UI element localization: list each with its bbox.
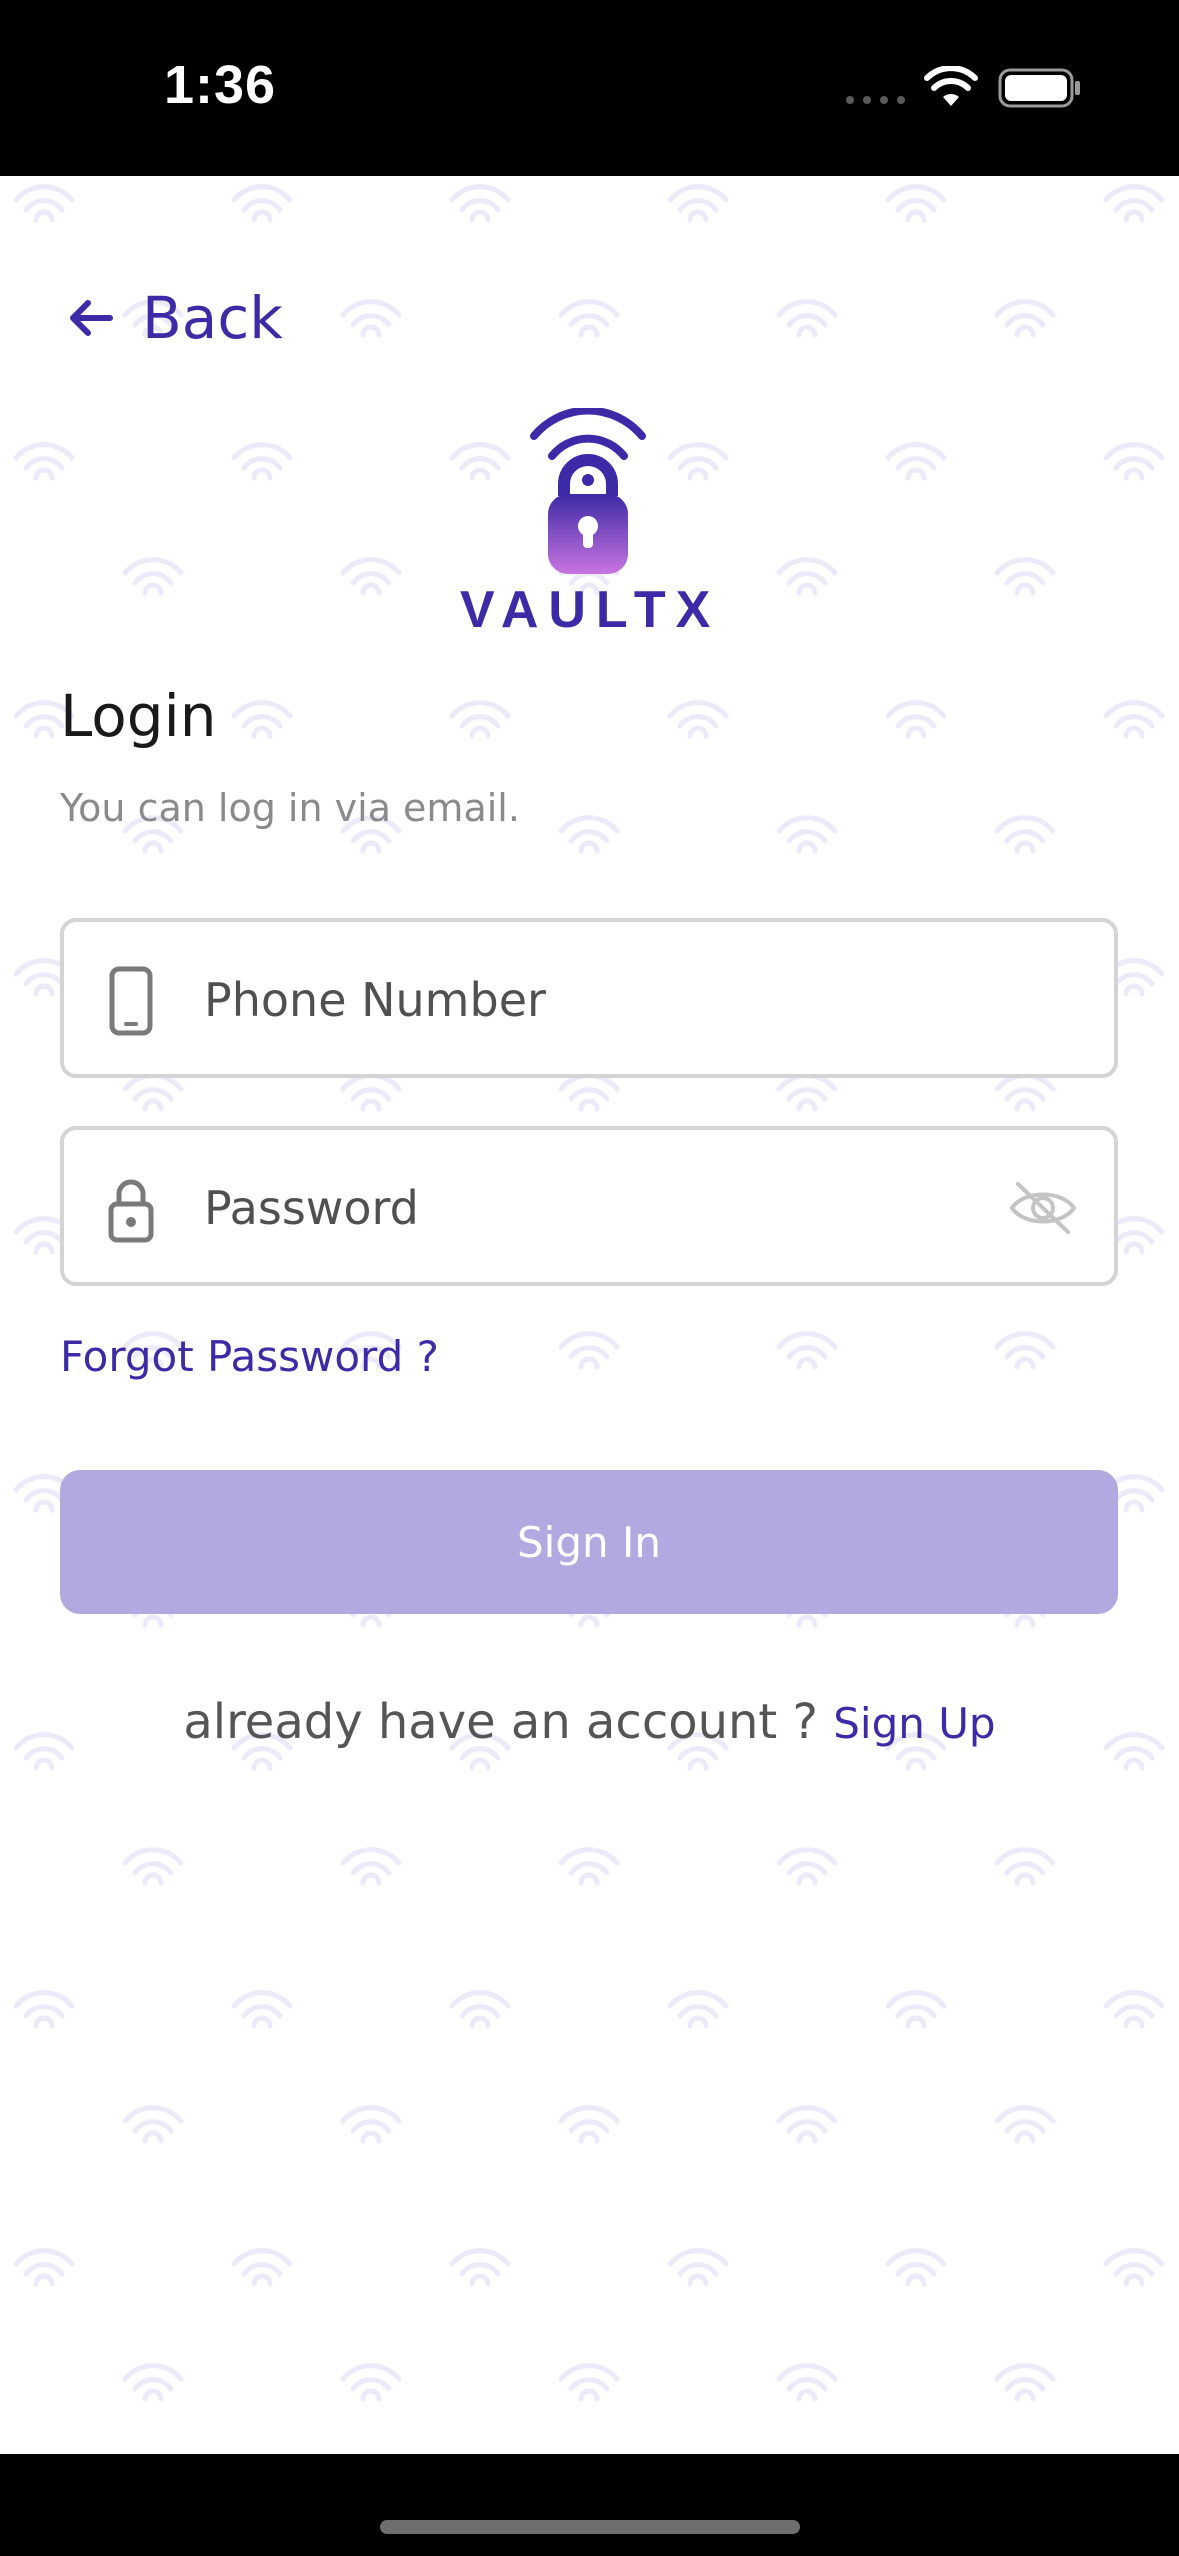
sign-up-link[interactable]: Sign Up	[833, 1699, 995, 1748]
smartphone-icon	[109, 966, 153, 1036]
phone-number-field[interactable]	[60, 918, 1118, 1078]
back-button[interactable]: Back	[62, 278, 283, 358]
home-indicator[interactable]	[380, 2520, 800, 2534]
lock-icon	[108, 1179, 154, 1243]
arrow-left-icon	[70, 300, 113, 336]
forgot-password-link[interactable]: Forgot Password ?	[60, 1332, 439, 1381]
page-subtitle: You can log in via email.	[60, 786, 520, 830]
back-label: Back	[142, 284, 283, 352]
password-field[interactable]	[60, 1126, 1118, 1286]
eye-off-icon[interactable]	[1008, 1178, 1078, 1238]
vaultx-logo: VAULTX	[460, 408, 721, 639]
cellular-signal-icon	[846, 96, 905, 104]
home-indicator-area	[0, 2454, 1179, 2556]
signup-prompt-text: already have an account ?	[183, 1694, 818, 1750]
login-screen: Back VAULTX Login You can log in via ema…	[0, 176, 1179, 2454]
battery-icon	[998, 68, 1080, 108]
status-bar: 1:36	[0, 0, 1179, 176]
brand-wordmark: VAULTX	[460, 581, 721, 639]
sign-in-button[interactable]: Sign In	[60, 1470, 1118, 1614]
phone-number-input[interactable]	[204, 952, 1004, 1048]
page-title: Login	[60, 682, 217, 750]
wifi-icon	[924, 66, 978, 106]
wifi-lock-logo-icon	[530, 408, 646, 574]
signup-prompt: already have an account ? Sign Up	[0, 1694, 1179, 1750]
password-input[interactable]	[204, 1160, 1004, 1256]
status-time: 1:36	[164, 55, 277, 115]
